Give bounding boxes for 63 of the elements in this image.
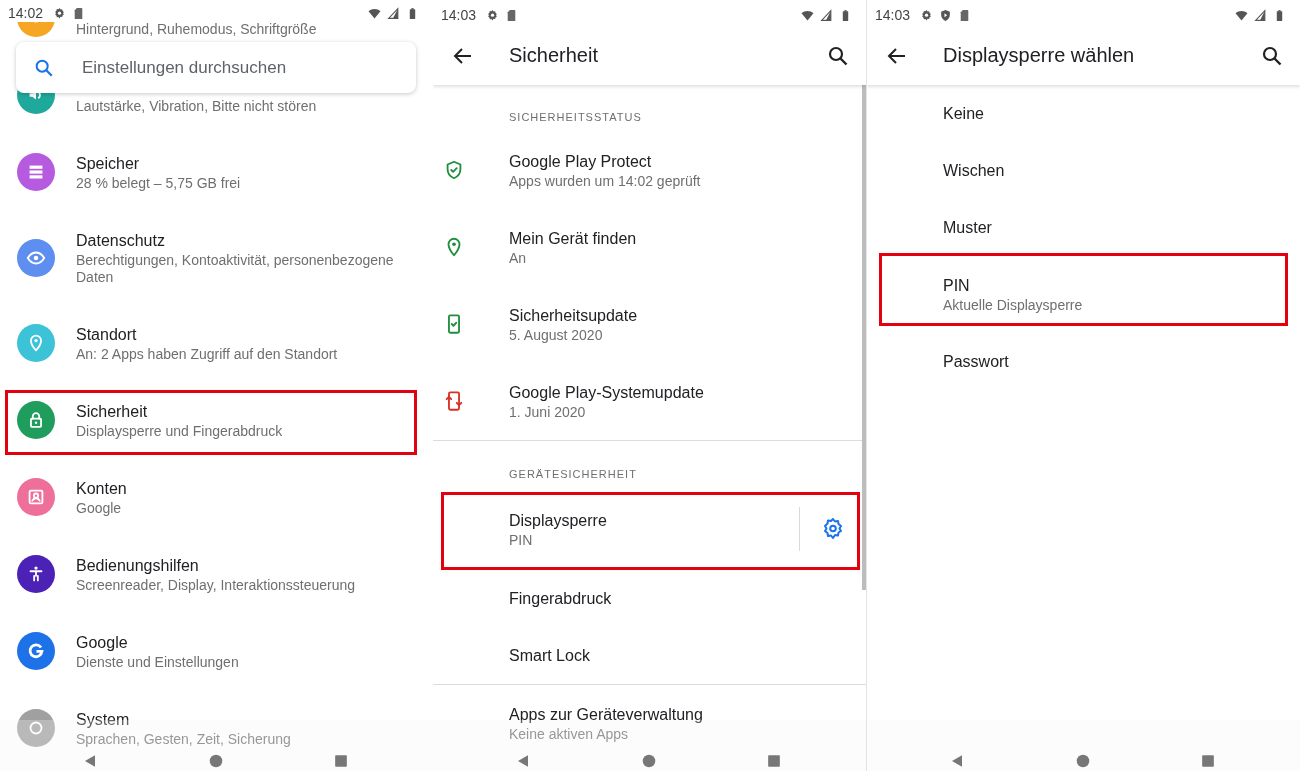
item-title: Konten <box>76 479 127 499</box>
item-title: Sicherheitsupdate <box>509 306 639 326</box>
item-subtitle: Displaysperre und Fingerabdruck <box>76 423 283 440</box>
item-subtitle: Google <box>76 500 123 517</box>
shield-icon <box>939 8 953 22</box>
signal-icon <box>387 6 400 20</box>
lock-option[interactable]: Passwort <box>867 333 1300 390</box>
scrollbar[interactable] <box>862 85 866 590</box>
item-subtitle: 1. Juni 2020 <box>509 404 587 421</box>
item-subtitle: Aktuelle Displaysperre <box>943 297 1083 314</box>
item-title: Bedienungshilfen <box>76 556 200 576</box>
item-title: Wischen <box>943 161 1005 181</box>
wifi-icon <box>801 8 814 22</box>
item-subtitle: PIN <box>509 532 534 549</box>
item-subtitle: Hintergrund, Ruhemodus, Schriftgröße <box>76 21 317 38</box>
item-title: Passwort <box>943 352 1009 372</box>
wifi-icon <box>368 6 381 20</box>
item-title: Datenschutz <box>76 231 166 251</box>
lock-option[interactable]: Wischen <box>867 142 1300 199</box>
status-time: 14:03 <box>875 7 911 23</box>
item-title: Speicher <box>76 154 141 174</box>
item-title: Keine <box>943 104 984 124</box>
item-title: Standort <box>76 325 138 345</box>
lock-option[interactable]: PIN Aktuelle Displaysperre <box>867 256 1300 333</box>
item-title: Google Play Protect <box>509 152 653 172</box>
item-title: System <box>76 710 131 730</box>
item-subtitle: Dienste und Einstellungen <box>76 654 239 671</box>
status-time: 14:03 <box>441 7 477 23</box>
section-heading: SICHERHEITSSTATUS <box>508 110 643 125</box>
item-title: Displaysperre <box>509 511 608 531</box>
item-title: Mein Gerät finden <box>509 229 638 249</box>
item-title: PIN <box>943 276 971 296</box>
settings-icon <box>486 8 500 22</box>
item-subtitle: Lautstärke, Vibration, Bitte nicht stören <box>76 98 317 115</box>
settings-icon <box>920 8 934 22</box>
item-title: Muster <box>943 218 992 238</box>
lock-option[interactable]: Muster <box>867 199 1300 256</box>
section-heading: GERÄTESICHERHEIT <box>508 467 638 482</box>
lock-option[interactable]: Keine <box>867 85 1300 142</box>
item-subtitle: An <box>509 250 528 267</box>
signal-icon <box>820 8 833 22</box>
item-title: Google Play-Systemupdate <box>509 383 705 403</box>
item-subtitle: An: 2 Apps haben Zugriff auf den Standort <box>76 346 338 363</box>
search-field[interactable]: Einstellungen durchsuchen <box>16 42 416 93</box>
item-subtitle: 5. August 2020 <box>509 327 604 344</box>
item-title: Fingerabdruck <box>509 589 613 609</box>
item-subtitle: Screenreader, Display, Interaktionssteuerung <box>76 577 356 594</box>
item-title: Apps zur Geräteverwaltung <box>509 705 704 725</box>
item-subtitle: Apps wurden um 14:02 geprüft <box>509 173 702 190</box>
item-subtitle: Sprachen, Gesten, Zeit, Sicherung <box>76 731 291 748</box>
item-subtitle: Berechtigungen, Kontoaktivität, personenbezogene Daten <box>76 252 395 286</box>
signal-icon <box>1254 8 1267 22</box>
search-icon <box>33 57 55 79</box>
status-time: 14:02 <box>8 5 44 21</box>
item-subtitle: Keine aktiven Apps <box>509 726 630 743</box>
page-title: Sicherheit <box>509 44 599 67</box>
item-title: Sicherheit <box>76 402 149 422</box>
item-subtitle: 28 % belegt – 5,75 GB frei <box>76 175 241 192</box>
wifi-icon <box>1235 8 1248 22</box>
page-title: Displaysperre wählen <box>943 44 1136 67</box>
gear-icon <box>821 517 845 541</box>
item-title: Smart Lock <box>509 646 591 666</box>
item-title: Google <box>76 633 129 653</box>
